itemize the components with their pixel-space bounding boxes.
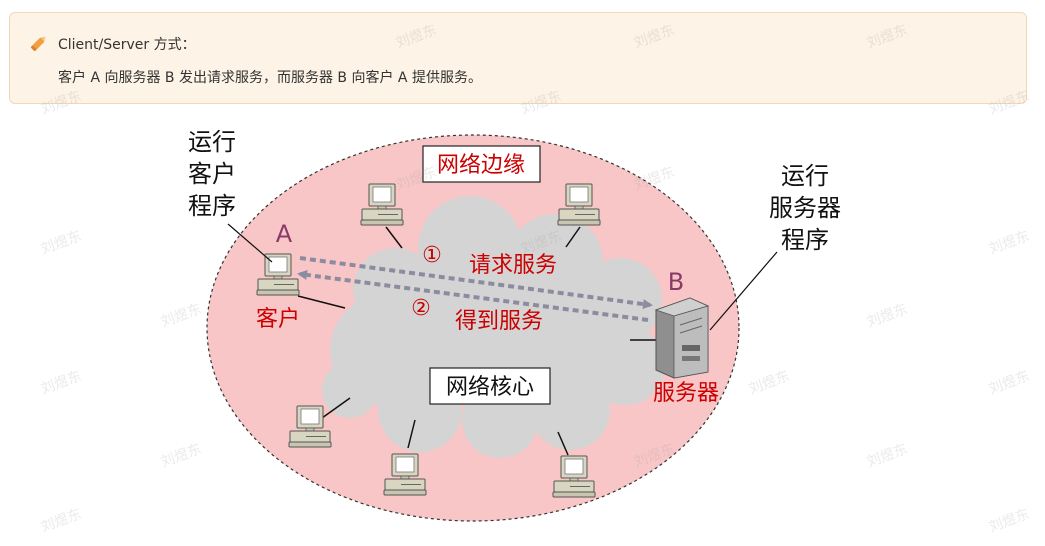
client-label: 客户 (256, 307, 300, 332)
request-label: 请求服务 (469, 253, 557, 278)
server-letter: B (668, 268, 684, 296)
svg-text:客户: 客户 (188, 160, 236, 188)
edge-label: 网络边缘 (437, 153, 525, 178)
info-note: Client/Server 方式： 客户 A 向服务器 B 发出请求服务，而服务… (9, 12, 1027, 104)
request-number: ① (422, 243, 442, 268)
svg-text:运行: 运行 (188, 128, 236, 156)
core-label-box: 网络核心 (429, 367, 551, 405)
note-title: Client/Server 方式： (58, 37, 196, 53)
response-number: ② (411, 296, 431, 321)
client-letter: A (276, 220, 293, 248)
core-label: 网络核心 (446, 375, 534, 400)
svg-text:程序: 程序 (188, 192, 236, 220)
server-program-label: 运行 服务器 程序 (769, 162, 841, 254)
svg-text:运行: 运行 (781, 162, 829, 190)
svg-text:服务器: 服务器 (769, 194, 841, 222)
server-label: 服务器 (653, 381, 719, 406)
client-program-label: 运行 客户 程序 (188, 128, 236, 220)
response-label: 得到服务 (455, 309, 543, 334)
pencil-icon (30, 36, 46, 52)
note-body: 客户 A 向服务器 B 发出请求服务，而服务器 B 向客户 A 提供服务。 (58, 70, 482, 86)
client-server-diagram: 网络边缘 网络核心 运行 客户 程序 运行 服务器 程序 A B 客户 服务器 … (188, 128, 841, 522)
server-b (654, 297, 710, 379)
edge-label-box: 网络边缘 (422, 145, 541, 183)
svg-text:程序: 程序 (781, 226, 829, 254)
